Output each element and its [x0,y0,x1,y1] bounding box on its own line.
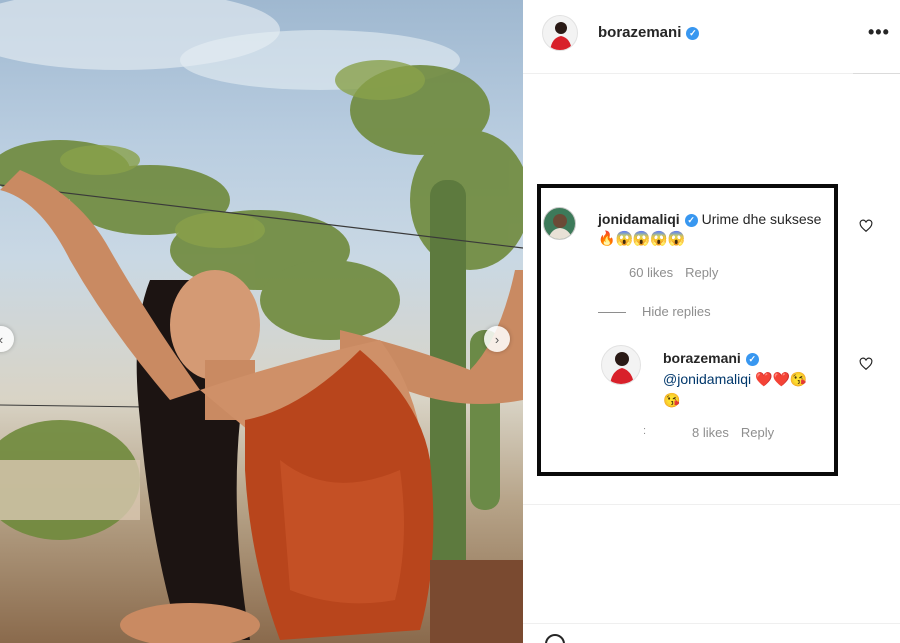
reply-avatar[interactable] [601,345,641,385]
verified-badge-icon: ✓ [745,353,759,366]
fire-emoji: 🔥 [598,230,616,246]
hide-replies-button[interactable]: Hide replies [598,304,711,319]
post-header: borazemani ✓ ••• [523,0,900,72]
next-image-button[interactable]: › [484,326,510,352]
reply-mention-link[interactable]: @jonidamaliqi [663,371,751,387]
comment-username[interactable]: jonidamaliqi [598,211,680,227]
verified-badge-icon: ✓ [686,27,700,40]
hide-replies-label: Hide replies [642,304,711,319]
header-divider [523,73,900,74]
screaming-face-emojis: 😱😱😱😱 [615,230,686,246]
avatar-image [550,22,572,50]
reply-meta: 8 likes Reply [692,425,786,440]
actions-divider [523,623,900,624]
avatar[interactable] [542,15,578,51]
comment-body: jonidamaliqi ✓ Urime dhe suksese 🔥😱😱😱😱 [598,210,830,248]
kiss-emoji-second: 😘 [663,392,681,408]
post-author[interactable]: borazemani ✓ [598,24,700,41]
reply-likes-count[interactable]: 8 likes [692,425,729,440]
reply-reply-button[interactable]: Reply [741,425,774,440]
more-options-button[interactable]: ••• [868,22,890,43]
post-photo[interactable]: ‹ › [0,0,523,643]
comments-panel: borazemani ✓ ••• jonidamaliqi ✓ Urime dhe … [523,0,900,643]
reply-avatar-image [610,352,634,384]
post-photo-illustration [0,0,523,643]
comment-text: Urime dhe suksese [701,211,822,227]
post-author-username[interactable]: borazemani [598,24,681,41]
comment-bubble-icon[interactable] [545,634,565,643]
verified-badge-icon: ✓ [684,214,698,227]
comment-like-heart-icon[interactable] [859,219,873,233]
bottom-divider [523,504,900,505]
reply-meta-dot: : [643,425,647,437]
reply-body: borazemani ✓ @jonidamaliqi ❤️❤️😘 😘 [663,348,835,411]
reply-username[interactable]: borazemani [663,350,741,366]
header-divider-accent [853,73,900,74]
reply-like-heart-icon[interactable] [859,357,873,371]
comment-reply-button[interactable]: Reply [685,265,718,280]
comment-avatar[interactable] [543,207,576,240]
kiss-emoji: 😘 [789,371,808,387]
heart-emojis: ❤️❤️ [755,371,790,387]
hide-replies-line [598,312,626,314]
comment-likes-count[interactable]: 60 likes [629,265,673,280]
comment-meta: 60 likes Reply [629,265,730,280]
